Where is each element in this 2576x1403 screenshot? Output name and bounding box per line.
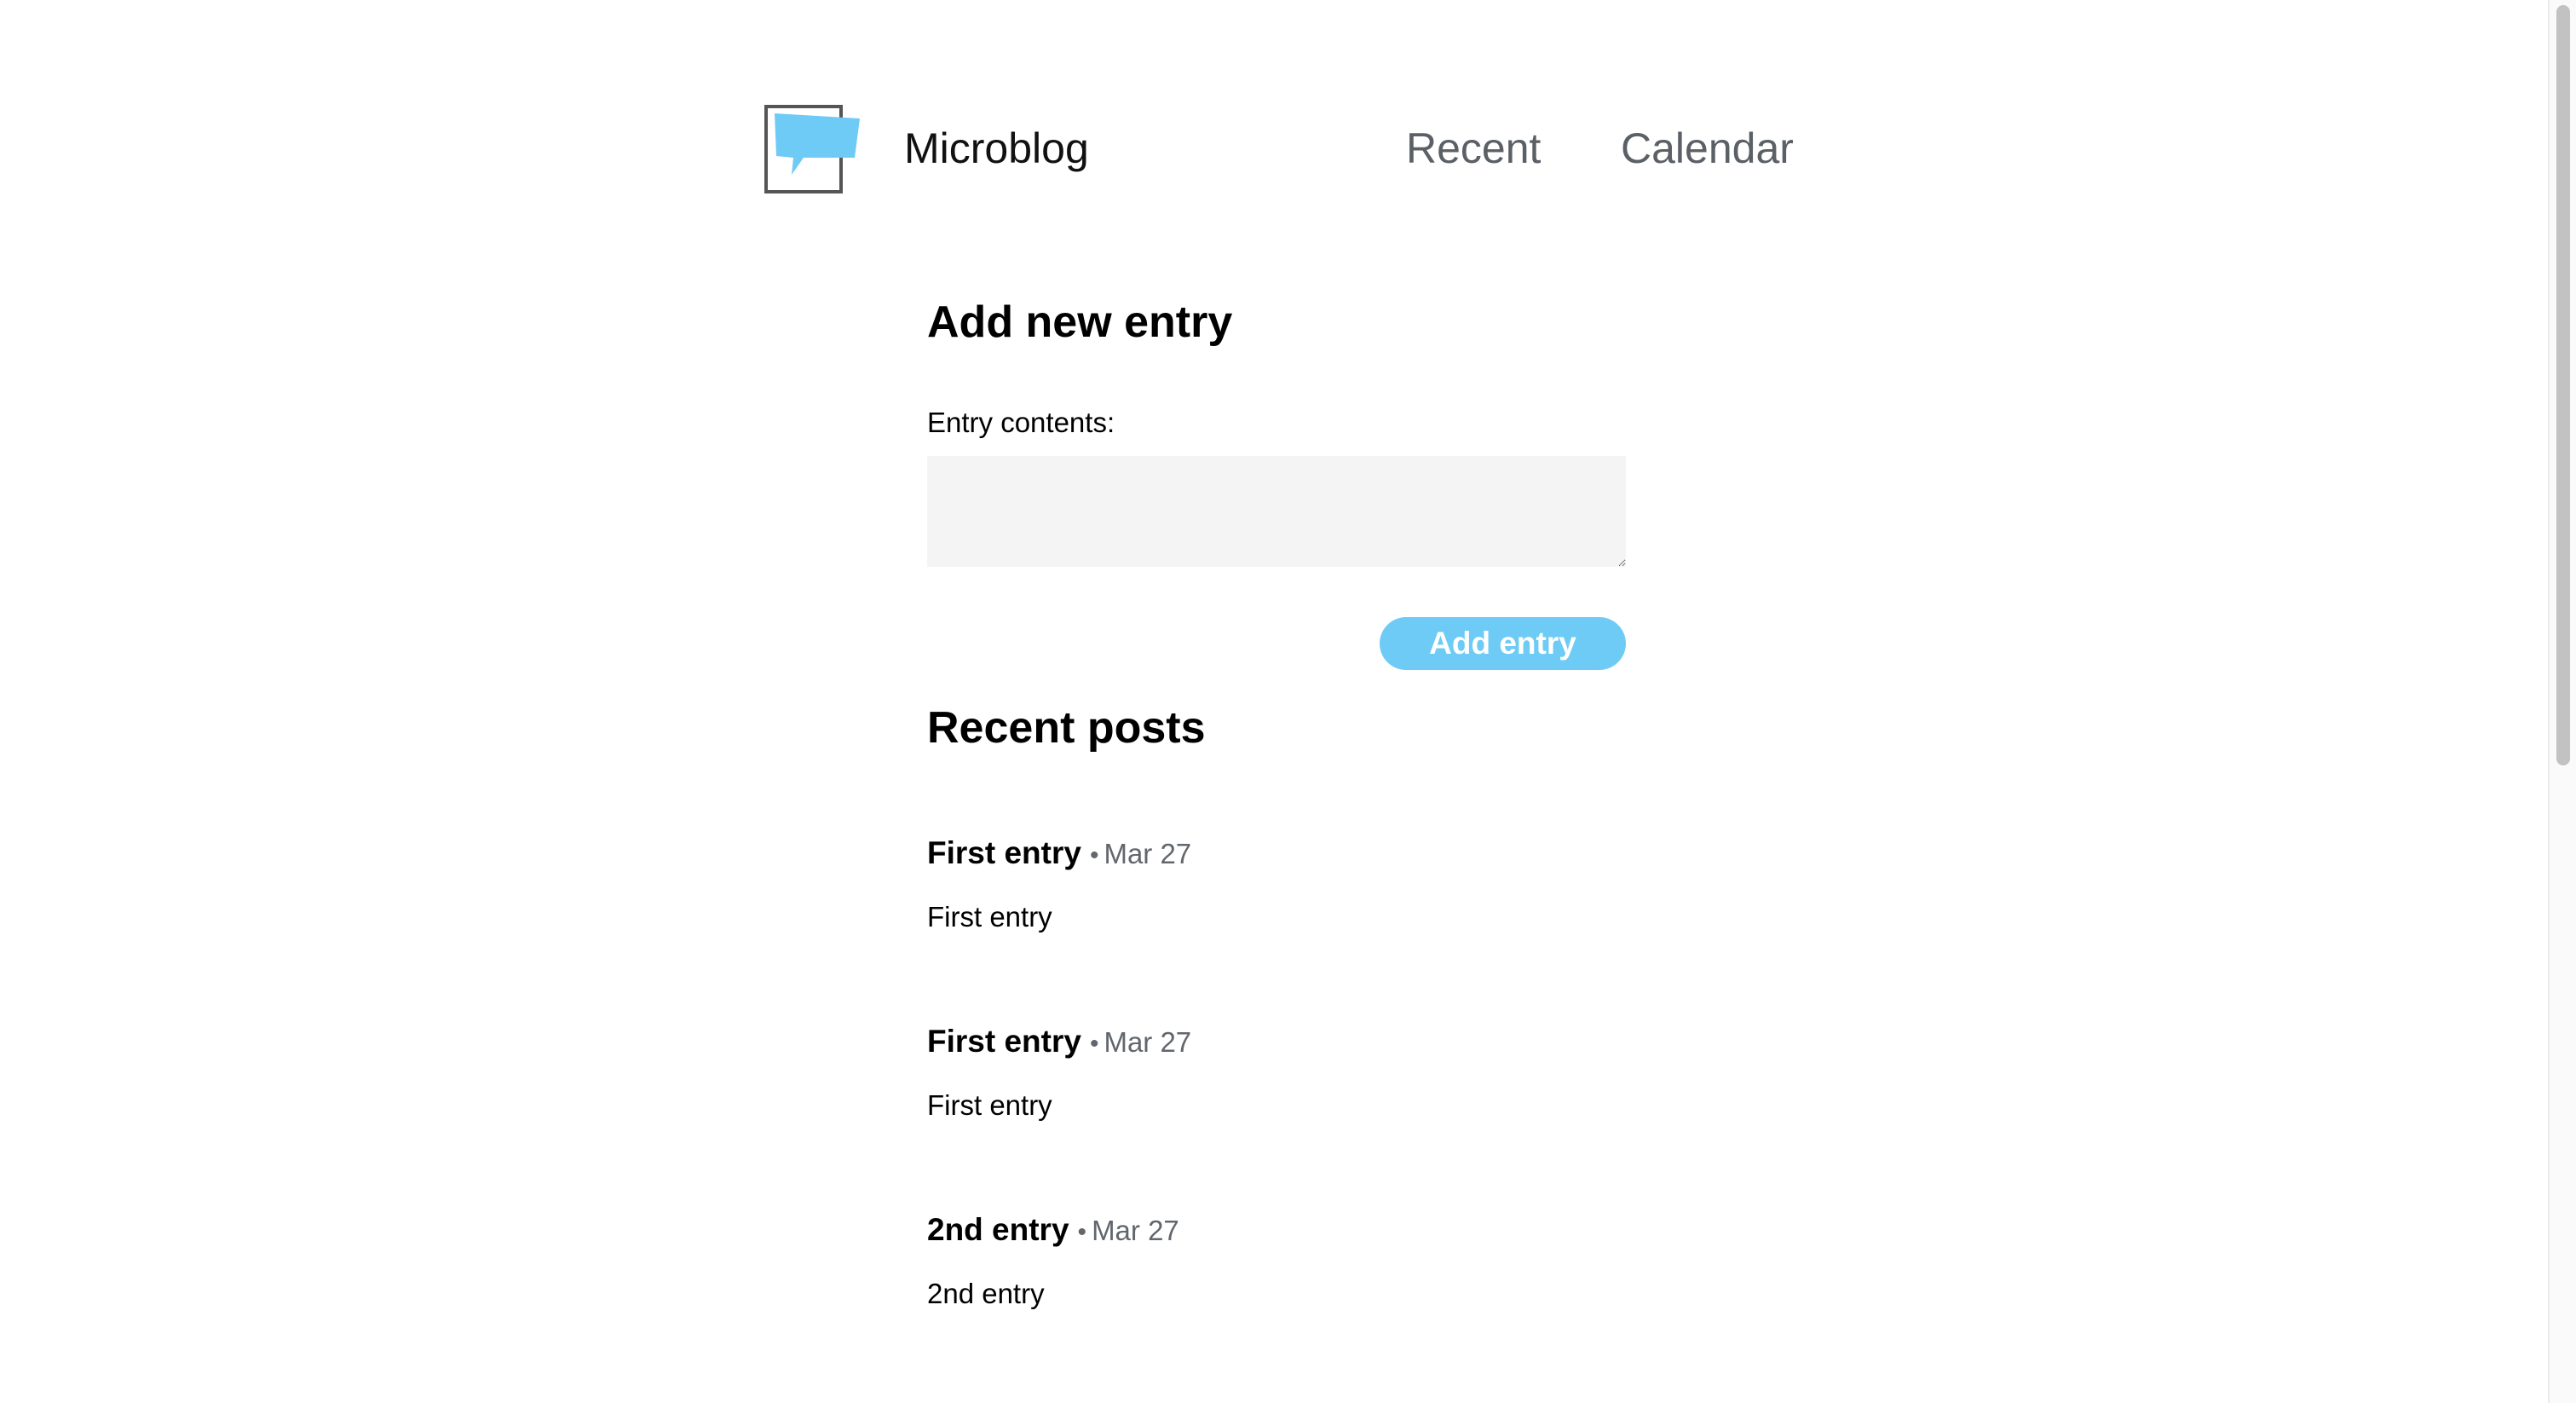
scrollbar-thumb[interactable] bbox=[2556, 5, 2570, 765]
post-title: 2nd entry bbox=[927, 1212, 1069, 1247]
post-header: First entry • Mar 27 bbox=[927, 834, 1191, 875]
post-body: 2nd entry bbox=[927, 1278, 1045, 1309]
post-separator: • bbox=[1077, 1218, 1087, 1246]
speech-bubble-icon bbox=[775, 113, 860, 175]
post-item: First entry • Mar 27 First entry bbox=[927, 834, 1191, 934]
post-item: 2nd entry • Mar 27 2nd entry bbox=[927, 1211, 1179, 1311]
post-title: First entry bbox=[927, 835, 1081, 870]
brand-title[interactable]: Microblog bbox=[904, 123, 1089, 174]
page: Microblog Recent Calendar Add new entry … bbox=[0, 0, 2576, 1403]
logo[interactable] bbox=[764, 105, 860, 193]
add-entry-button[interactable]: Add entry bbox=[1380, 617, 1626, 670]
post-header: First entry • Mar 27 bbox=[927, 1023, 1191, 1063]
post-body: First entry bbox=[927, 901, 1052, 932]
post-title: First entry bbox=[927, 1024, 1081, 1059]
post-date: Mar 27 bbox=[1092, 1215, 1179, 1246]
post-date: Mar 27 bbox=[1104, 838, 1192, 869]
post-separator: • bbox=[1089, 1030, 1099, 1058]
entry-contents-label: Entry contents: bbox=[927, 407, 1115, 438]
post-header: 2nd entry • Mar 27 bbox=[927, 1211, 1179, 1251]
entry-contents-input[interactable] bbox=[927, 456, 1626, 567]
recent-posts-heading: Recent posts bbox=[927, 703, 1206, 753]
nav-link-calendar[interactable]: Calendar bbox=[1621, 123, 1794, 174]
nav-link-recent[interactable]: Recent bbox=[1406, 123, 1541, 174]
post-date: Mar 27 bbox=[1104, 1026, 1192, 1058]
post-separator: • bbox=[1089, 841, 1099, 869]
post-body: First entry bbox=[927, 1089, 1052, 1121]
add-entry-heading: Add new entry bbox=[927, 297, 1233, 347]
post-item: First entry • Mar 27 First entry bbox=[927, 1023, 1191, 1123]
